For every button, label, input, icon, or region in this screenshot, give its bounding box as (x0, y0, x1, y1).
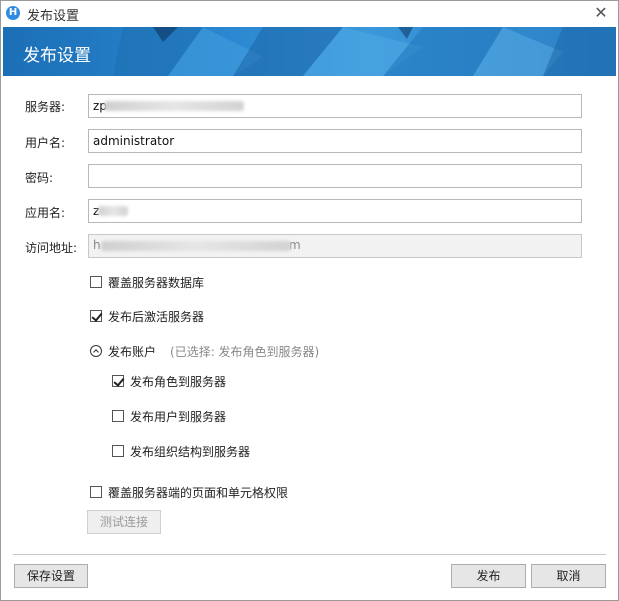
overwrite-db-checkbox[interactable] (90, 276, 102, 288)
overwrite-perms-option[interactable]: 覆盖服务器端的页面和单元格权限 (90, 484, 288, 500)
activate-after-publish-label: 发布后激活服务器 (108, 309, 205, 324)
access-url-start: h (93, 238, 101, 252)
window-title: 发布设置 (27, 9, 80, 24)
publish-roles-label: 发布角色到服务器 (130, 374, 227, 389)
cancel-button[interactable]: 取消 (531, 564, 606, 588)
activate-after-publish-checkbox[interactable] (90, 310, 102, 322)
publish-accounts-hint: (已选择: 发布角色到服务器) (170, 344, 320, 359)
publish-org-option[interactable]: 发布组织结构到服务器 (112, 443, 250, 459)
overwrite-perms-label: 覆盖服务器端的页面和单元格权限 (108, 485, 289, 500)
title-bar: H 发布设置 ✕ (1, 1, 618, 27)
collapse-up-icon[interactable] (90, 345, 102, 357)
activate-after-publish-option[interactable]: 发布后激活服务器 (90, 308, 204, 324)
close-icon[interactable]: ✕ (592, 4, 610, 22)
appname-label: 应用名: (25, 206, 66, 220)
publish-org-label: 发布组织结构到服务器 (130, 444, 251, 459)
server-label: 服务器: (25, 100, 66, 114)
banner-title: 发布设置 (23, 46, 91, 66)
publish-org-checkbox[interactable] (112, 445, 124, 457)
test-connection-button[interactable]: 测试连接 (87, 510, 161, 534)
password-input[interactable] (88, 164, 582, 188)
publish-roles-checkbox[interactable] (112, 375, 124, 387)
banner-polygon-art (113, 27, 616, 76)
redacted-url-text (101, 241, 291, 251)
password-label: 密码: (25, 171, 54, 185)
publish-users-checkbox[interactable] (112, 410, 124, 422)
overwrite-perms-checkbox[interactable] (90, 486, 102, 498)
appname-input[interactable] (88, 199, 582, 223)
publish-accounts-label: 发布账户 (108, 344, 157, 359)
publish-button[interactable]: 发布 (451, 564, 526, 588)
access-url-label: 访问地址: (25, 241, 78, 255)
save-settings-button[interactable]: 保存设置 (14, 564, 88, 588)
publish-users-label: 发布用户到服务器 (130, 409, 227, 424)
publish-settings-dialog: H 发布设置 ✕ 发布设置 服务器: 用户名: 密码: 应用名: 访问地址: h… (0, 0, 619, 601)
username-label: 用户名: (25, 136, 66, 150)
header-banner: 发布设置 (3, 27, 616, 76)
app-logo-icon: H (6, 6, 20, 20)
publish-roles-option[interactable]: 发布角色到服务器 (112, 373, 226, 389)
publish-accounts-group[interactable]: 发布账户 (已选择: 发布角色到服务器) (90, 343, 319, 359)
username-input[interactable] (88, 129, 582, 153)
overwrite-db-option[interactable]: 覆盖服务器数据库 (90, 274, 204, 290)
redacted-server-text (104, 101, 244, 111)
publish-users-option[interactable]: 发布用户到服务器 (112, 408, 226, 424)
redacted-appname-text (98, 206, 128, 216)
overwrite-db-label: 覆盖服务器数据库 (108, 275, 205, 290)
footer-divider (13, 554, 606, 555)
